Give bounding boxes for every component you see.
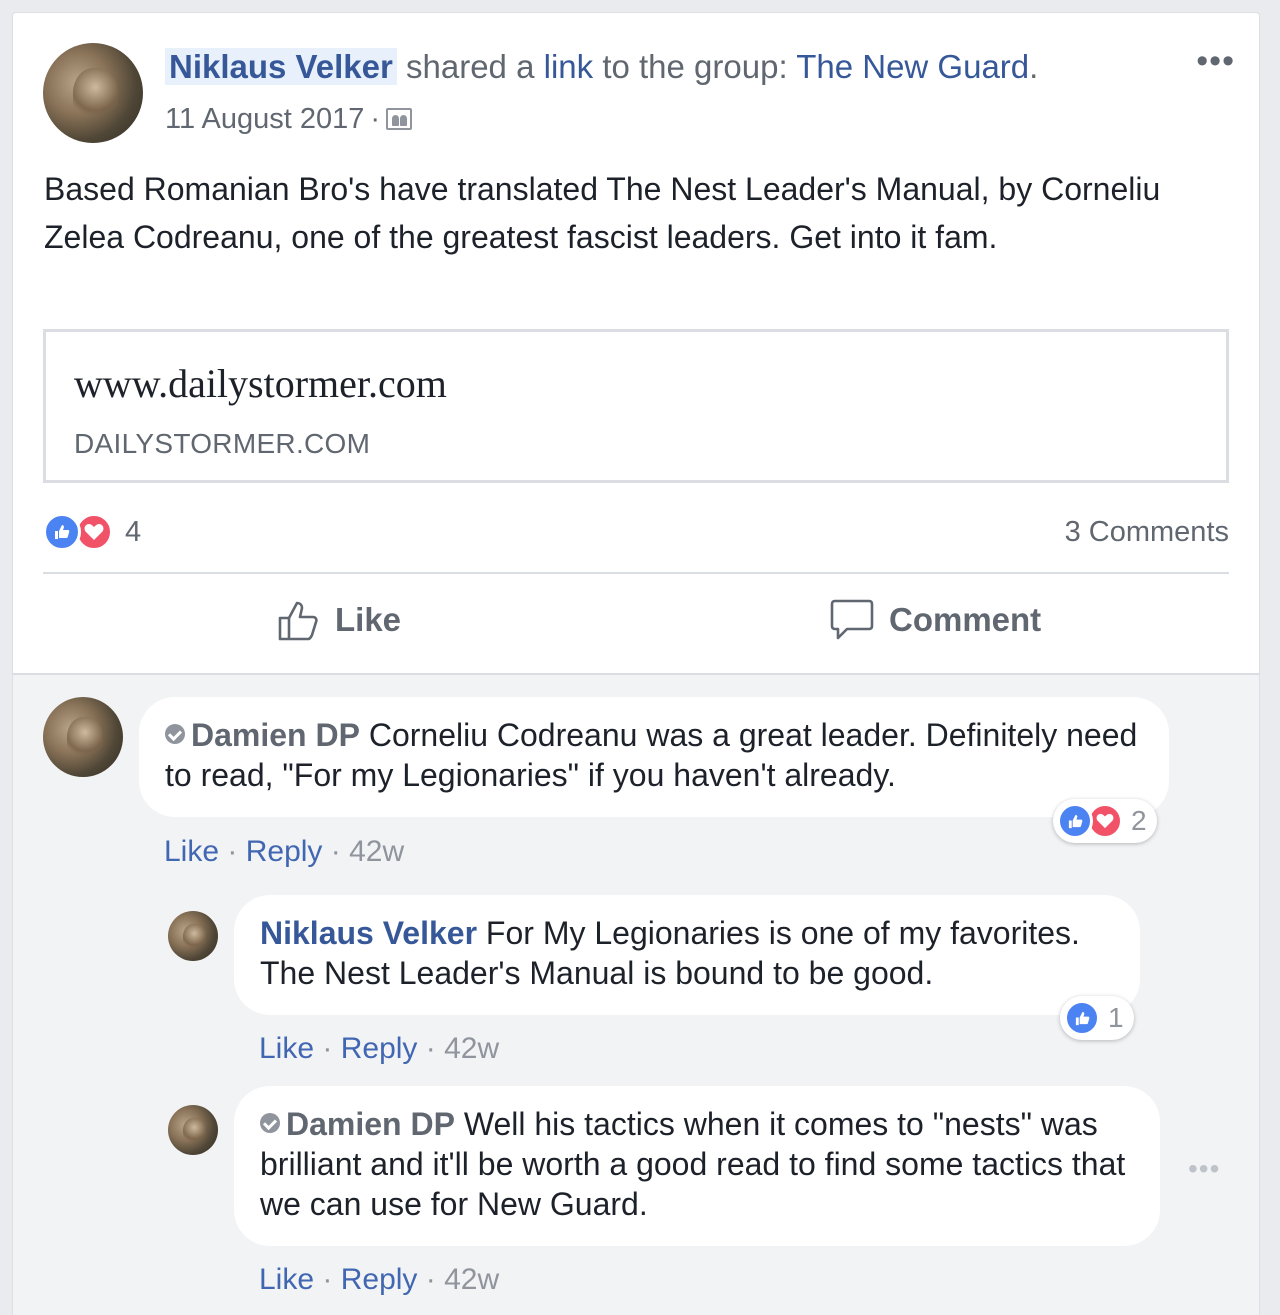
comment-meta: Like · Reply · 42w	[164, 835, 404, 869]
like-thumb-icon	[277, 598, 321, 642]
link-preview[interactable]: www.dailystormer.com DAILYSTORMER.COM	[43, 329, 1229, 483]
like-button[interactable]: Like	[277, 598, 401, 642]
author-name-link[interactable]: Niklaus Velker	[165, 48, 397, 85]
reaction-count: 4	[125, 515, 142, 548]
meta-sep: ·	[425, 1032, 436, 1065]
post-date-line: 11 August 2017 ·	[165, 101, 413, 137]
post-body: Based Romanian Bro's have translated The…	[44, 171, 1161, 255]
post-date[interactable]: 11 August 2017	[165, 101, 364, 137]
comment-reaction-count: 2	[1131, 805, 1147, 836]
like-label: Like	[335, 601, 402, 638]
author-avatar[interactable]	[43, 43, 143, 143]
reply-author[interactable]: Niklaus Velker	[260, 915, 477, 951]
reply-time[interactable]: 42w	[444, 1032, 499, 1065]
link-word-link[interactable]: link	[544, 48, 594, 85]
header-period: .	[1029, 48, 1039, 85]
meta-sep: ·	[227, 835, 238, 868]
reply-meta: Like · Reply · 42w	[259, 1263, 499, 1297]
like-reaction-icon	[43, 513, 81, 551]
comments-count-link[interactable]: 3 Comments	[1065, 513, 1229, 551]
post-card: Niklaus Velker shared a link to the grou…	[12, 12, 1260, 1315]
reply-reaction-count: 1	[1108, 1002, 1124, 1033]
meta-sep: ·	[330, 835, 341, 868]
date-separator: ·	[370, 103, 381, 135]
verified-badge-icon	[165, 724, 185, 744]
to-group-text: to the group:	[602, 48, 788, 85]
reply-bubble: Niklaus Velker For My Legionaries is one…	[234, 895, 1140, 1015]
link-preview-domain: DAILYSTORMER.COM	[74, 428, 371, 459]
meta-sep: ·	[322, 1263, 333, 1296]
comment-author[interactable]: Damien DP	[191, 717, 360, 753]
comment-label: Comment	[889, 601, 1042, 638]
reply-reply-link[interactable]: Reply	[341, 1263, 418, 1296]
shared-text: shared a	[406, 48, 535, 85]
meta-sep: ·	[322, 1032, 333, 1065]
like-reaction-icon	[1057, 803, 1093, 839]
comment-like-link[interactable]: Like	[164, 835, 219, 868]
reply-avatar[interactable]	[168, 1105, 218, 1155]
verified-badge-icon	[260, 1113, 280, 1133]
comment-reply-link[interactable]: Reply	[246, 835, 323, 868]
comment-bubble: Damien DP Corneliu Codreanu was a great …	[139, 697, 1169, 817]
reply-like-link[interactable]: Like	[259, 1263, 314, 1296]
reply-avatar[interactable]	[168, 911, 218, 961]
group-audience-icon[interactable]	[386, 108, 413, 130]
reply-options-icon[interactable]: •••	[1188, 1153, 1220, 1185]
link-preview-title[interactable]: www.dailystormer.com	[74, 360, 447, 407]
post-options-icon[interactable]: •••	[1196, 44, 1235, 78]
group-name-link[interactable]: The New Guard	[796, 48, 1029, 85]
comment-bubble-icon	[829, 598, 875, 642]
reply-time[interactable]: 42w	[444, 1263, 499, 1296]
reply-meta: Like · Reply · 42w	[259, 1032, 499, 1066]
post-header: Niklaus Velker shared a link to the grou…	[165, 47, 1038, 87]
reply-reply-link[interactable]: Reply	[341, 1032, 418, 1065]
comment-avatar[interactable]	[43, 697, 123, 777]
comment-button[interactable]: Comment	[829, 598, 1041, 642]
reply-bubble: Damien DP Well his tactics when it comes…	[234, 1086, 1160, 1246]
meta-sep: ·	[425, 1263, 436, 1296]
reply-reactions[interactable]: 1	[1060, 996, 1134, 1040]
post-reactions[interactable]: 4	[43, 513, 141, 551]
comment-time[interactable]: 42w	[349, 835, 404, 868]
action-divider	[43, 572, 1229, 574]
comment-reactions[interactable]: 2	[1053, 799, 1157, 843]
like-reaction-icon	[1064, 1000, 1100, 1036]
reply-like-link[interactable]: Like	[259, 1032, 314, 1065]
reply-author[interactable]: Damien DP	[286, 1106, 455, 1142]
comments-section: Damien DP Corneliu Codreanu was a great …	[13, 673, 1259, 1315]
